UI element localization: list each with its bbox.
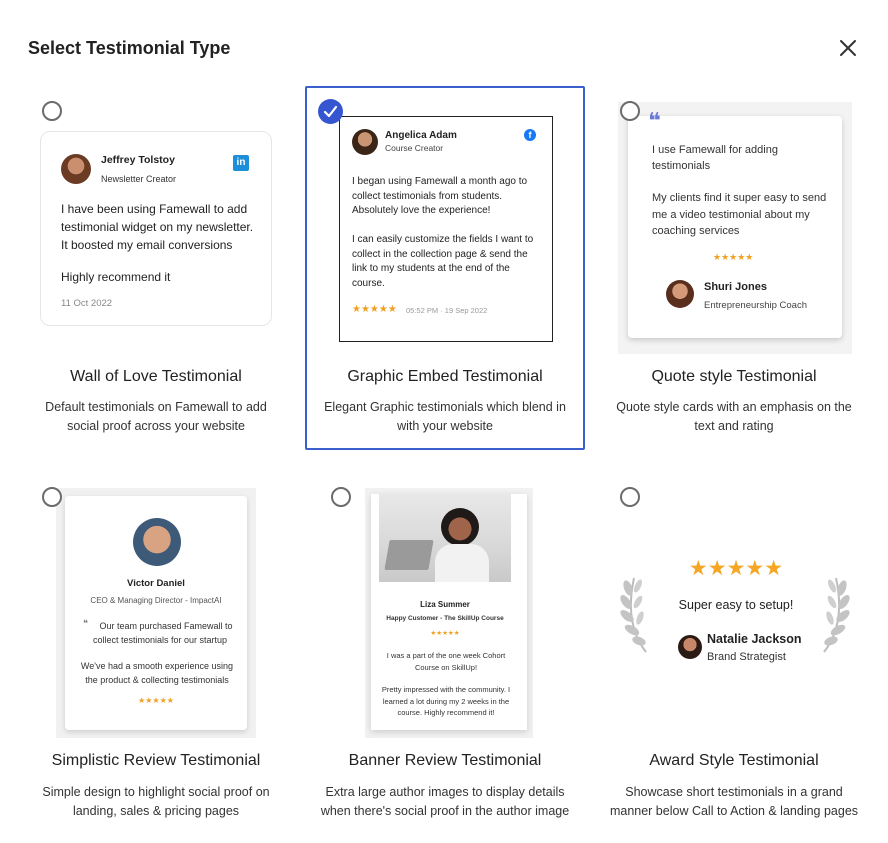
- author-name: Liza Summer: [420, 600, 470, 609]
- option-title: Wall of Love Testimonial: [70, 368, 242, 385]
- option-wall-of-love[interactable]: Jeffrey Tolstoy Newsletter Creator in I …: [16, 86, 296, 450]
- author-role: Newsletter Creator: [101, 174, 177, 184]
- author-role: Brand Strategist: [707, 651, 786, 663]
- preview-card: Jeffrey Tolstoy Newsletter Creator in I …: [40, 131, 272, 326]
- laurel-left-icon: [618, 574, 652, 659]
- testimonial-date: 05:52 PM · 19 Sep 2022: [406, 306, 488, 315]
- rating-stars: ★★★★★: [688, 557, 784, 580]
- facebook-icon: f: [524, 129, 536, 141]
- radio-button[interactable]: [42, 487, 62, 507]
- option-description: Quote style cards with an emphasis on th…: [616, 400, 852, 433]
- rating-stars: ★★★★★: [352, 304, 397, 315]
- author-banner-image: [379, 494, 511, 582]
- author-role: CEO & Managing Director - ImpactAI: [90, 596, 222, 605]
- radio-button[interactable]: [620, 101, 640, 121]
- option-award-style[interactable]: ★★★★★ Super easy to setup! Natalie Jacks…: [594, 472, 874, 836]
- author-name: Shuri Jones: [704, 281, 767, 293]
- testimonial-text: Our team purchased Famewall to collect t…: [92, 621, 233, 645]
- option-simplistic-review[interactable]: Victor Daniel CEO & Managing Director - …: [16, 472, 296, 836]
- option-graphic-embed[interactable]: Angelica Adam Course Creator f I began u…: [305, 86, 585, 450]
- testimonial-text: I was a part of the one week Cohort Cour…: [386, 651, 506, 672]
- option-description: Showcase short testimonials in a grand m…: [609, 785, 859, 818]
- quote-icon: ❝: [648, 108, 661, 133]
- option-description: Extra large author images to display det…: [320, 785, 570, 818]
- option-banner-review[interactable]: Liza Summer Happy Customer - The SkillUp…: [305, 472, 585, 836]
- preview-card: Victor Daniel CEO & Managing Director - …: [65, 496, 247, 730]
- author-role: Course Creator: [385, 143, 444, 153]
- testimonial-text-2: Highly recommend it: [61, 270, 171, 284]
- testimonial-text: I began using Famewall a month ago to co…: [352, 176, 528, 216]
- author-role: Happy Customer - The SkillUp Course: [386, 615, 504, 622]
- option-quote-style[interactable]: ❝ I use Famewall for adding testimonials…: [594, 86, 874, 450]
- testimonial-text-2: We've had a smooth experience using the …: [80, 661, 234, 685]
- testimonial-text: I use Famewall for adding testimonials: [652, 144, 778, 172]
- author-name: Victor Daniel: [127, 578, 185, 589]
- rating-stars: ★★★★★: [430, 630, 460, 637]
- option-title: Banner Review Testimonial: [348, 752, 542, 769]
- rating-stars: ★★★★★: [138, 696, 174, 705]
- option-title: Award Style Testimonial: [649, 752, 819, 769]
- avatar: [133, 518, 181, 566]
- option-description: Simple design to highlight social proof …: [42, 785, 270, 818]
- author-role: Entrepreneurship Coach: [704, 300, 807, 311]
- testimonial-text-2: Pretty impressed with the community. I l…: [381, 685, 511, 717]
- testimonial-text: I have been using Famewall to add testim…: [61, 202, 254, 252]
- avatar: [61, 154, 91, 184]
- testimonial-text: Super easy to setup!: [678, 598, 794, 612]
- rating-stars: ★★★★★: [713, 252, 754, 262]
- modal-title: Select Testimonial Type: [28, 38, 231, 58]
- radio-button[interactable]: [42, 101, 62, 121]
- author-name: Natalie Jackson: [707, 632, 802, 646]
- testimonial-date: 11 Oct 2022: [61, 298, 113, 309]
- author-name: Jeffrey Tolstoy: [101, 154, 175, 166]
- avatar: [352, 129, 378, 155]
- avatar: [666, 280, 694, 308]
- option-title: Simplistic Review Testimonial: [51, 752, 261, 769]
- radio-button[interactable]: [331, 487, 351, 507]
- radio-button[interactable]: [620, 487, 640, 507]
- preview-card: Angelica Adam Course Creator f I began u…: [339, 116, 553, 342]
- radio-checked-icon[interactable]: [318, 99, 343, 124]
- linkedin-icon: in: [233, 155, 249, 171]
- preview-card: ❝ I use Famewall for adding testimonials…: [628, 108, 842, 338]
- avatar: [678, 635, 702, 659]
- close-icon[interactable]: [836, 36, 860, 60]
- option-description: Elegant Graphic testimonials which blend…: [324, 400, 566, 433]
- testimonial-text-2: My clients find it super easy to send me…: [652, 192, 827, 237]
- laurel-right-icon: [818, 574, 852, 659]
- preview-card: Liza Summer Happy Customer - The SkillUp…: [371, 494, 527, 730]
- option-title: Graphic Embed Testimonial: [347, 368, 543, 385]
- option-description: Default testimonials on Famewall to add …: [45, 400, 267, 433]
- option-title: Quote style Testimonial: [651, 368, 817, 385]
- author-name: Angelica Adam: [385, 130, 457, 141]
- testimonial-text-2: I can easily customize the fields I want…: [352, 234, 534, 289]
